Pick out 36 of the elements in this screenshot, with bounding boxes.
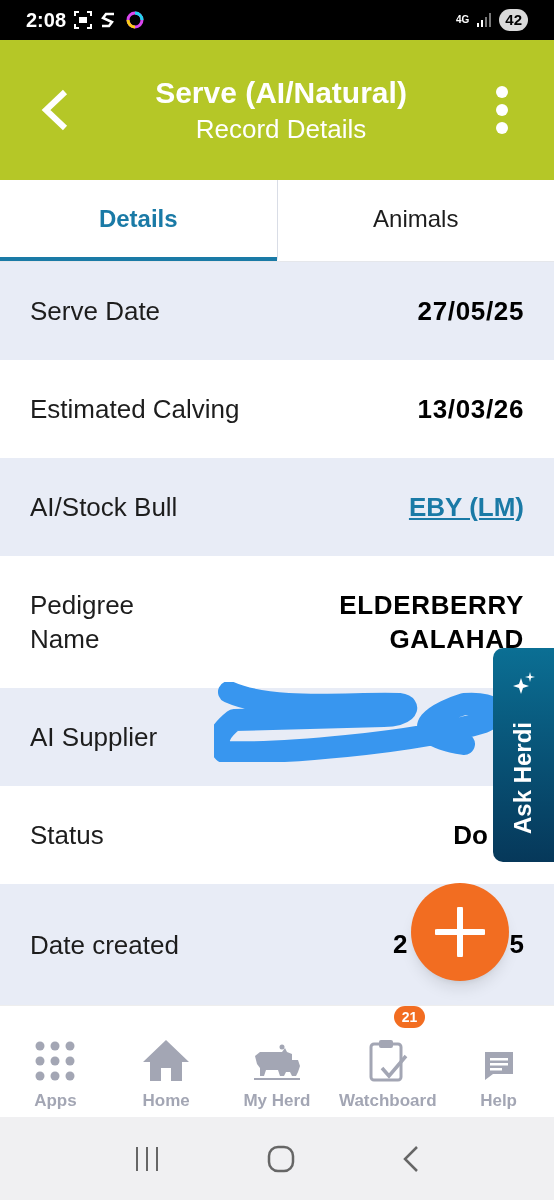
ring-icon [126,11,145,29]
nav-item[interactable]: Apps [3,1017,108,1114]
recent-apps-icon[interactable] [133,1146,160,1171]
screenshot-icon [74,11,93,29]
clock-text: 2:08 [26,8,67,33]
clipboard-check-icon [367,1038,408,1082]
nav-item[interactable]: Help [446,1017,551,1114]
field-label: AI Supplier [30,721,158,754]
value-text: 27/05/25 [416,295,524,328]
livestock-icon [252,1042,302,1082]
count-badge: 21 [393,1005,426,1028]
value-text: 5 [509,928,524,961]
field-label: Pedigree Name [30,589,136,656]
field-label: AI/Stock Bull [30,491,178,524]
field-label: Date created [30,928,179,962]
battery-indicator: 42 [499,9,528,31]
back-icon[interactable] [402,1144,421,1173]
plus-icon [435,907,485,957]
signal-icon [477,13,492,27]
value-text: 2 [393,928,408,961]
screen-subtitle: Record Details [195,113,367,146]
nav-item[interactable]: Home [114,1017,219,1114]
field-label: Status [30,819,104,852]
tab[interactable]: Animals [276,180,554,261]
apps-grid-icon [34,1040,77,1082]
value-text: Do [453,818,488,852]
field-label: Serve Date [30,295,161,328]
chat-icon [482,1050,515,1082]
field-label: Estimated Calving [30,393,240,426]
screen-title: Serve (AI/Natural) [155,75,407,111]
sparkle-icon [512,672,535,694]
ask-assistant-tab[interactable]: Ask Herdi [493,648,554,862]
value-text: 13/03/26 [416,393,524,426]
nav-item[interactable]: My Herd [225,1017,329,1114]
network-text: 4G [455,15,470,25]
bull-link[interactable]: EBY (LM) [408,487,524,527]
